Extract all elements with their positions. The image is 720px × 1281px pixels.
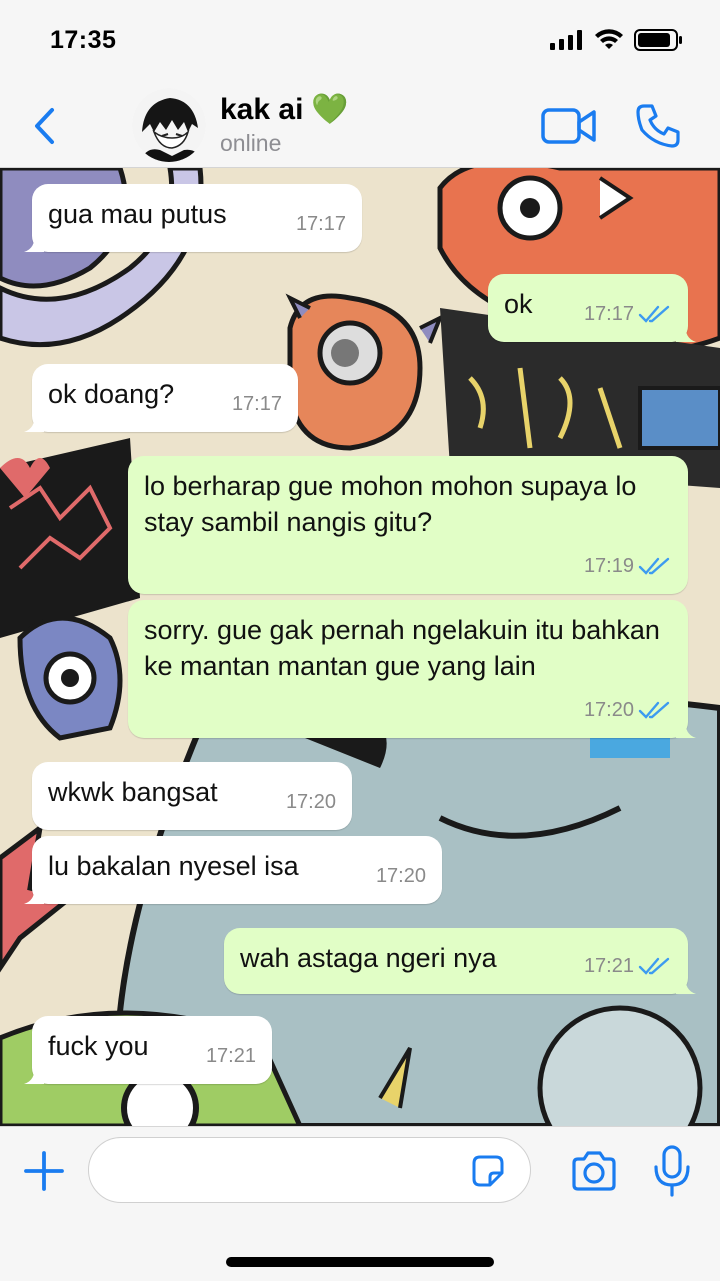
avatar-image	[132, 88, 206, 162]
input-bar	[0, 1126, 720, 1281]
message-time: 17:17	[583, 303, 634, 325]
camera-icon	[572, 1151, 616, 1191]
double-check-icon	[638, 305, 670, 323]
message-meta: 17:20	[286, 784, 336, 820]
message-meta: 17:17	[584, 296, 672, 332]
status-icons	[550, 28, 684, 52]
contact-status: online	[220, 130, 282, 156]
microphone-button[interactable]	[652, 1145, 692, 1197]
message-meta: 17:17	[232, 386, 282, 422]
home-indicator[interactable]	[226, 1257, 494, 1267]
bubble-tail	[24, 1066, 44, 1084]
message-incoming[interactable]: wkwk bangsat 17:20	[32, 762, 352, 830]
status-bar: 17:35	[0, 0, 720, 84]
sticker-icon	[472, 1155, 504, 1187]
message-incoming[interactable]: fuck you 17:21	[24, 1016, 272, 1084]
chat-header: kak ai 💚 online	[0, 84, 720, 168]
message-meta: 17:19	[584, 548, 672, 584]
wifi-icon	[595, 29, 623, 49]
message-incoming[interactable]: gua mau putus 17:17	[24, 184, 362, 252]
message-incoming[interactable]: lu bakalan nyesel isa 17:20	[24, 836, 442, 904]
message-meta: 17:20	[376, 858, 426, 894]
bubble-tail	[676, 324, 696, 342]
message-time: 17:21	[205, 1045, 256, 1067]
message-meta: 17:17	[296, 206, 346, 242]
message-text: sorry. gue gak pernah ngelakuin itu bahk…	[144, 615, 660, 681]
message-text: lo berharap gue mohon mohon supaya lo st…	[144, 471, 637, 537]
message-meta: 17:20	[584, 692, 672, 728]
bubble-tail	[24, 414, 44, 432]
message-time: 17:17	[295, 213, 346, 235]
contact-name[interactable]: kak ai 💚	[220, 92, 349, 127]
video-call-button[interactable]	[540, 104, 598, 148]
sticker-button[interactable]	[470, 1153, 506, 1189]
avatar[interactable]	[132, 88, 206, 162]
double-check-icon	[638, 557, 670, 575]
contact-name-text: kak ai	[220, 92, 304, 126]
bubble-tail	[676, 976, 696, 994]
double-check-icon	[638, 701, 670, 719]
plus-icon	[24, 1151, 64, 1191]
video-camera-icon	[541, 108, 596, 144]
phone-icon	[636, 104, 680, 148]
bubble-tail	[676, 720, 696, 738]
bubble-tail	[24, 234, 44, 252]
message-time: 17:21	[583, 955, 634, 977]
back-button[interactable]	[24, 104, 64, 148]
message-time: 17:19	[583, 555, 634, 577]
message-outgoing[interactable]: sorry. gue gak pernah ngelakuin itu bahk…	[128, 600, 696, 738]
microphone-icon	[654, 1145, 690, 1197]
message-outgoing[interactable]: wah astaga ngeri nya 17:21	[224, 928, 696, 994]
attach-button[interactable]	[22, 1149, 66, 1193]
chevron-left-icon	[35, 108, 54, 144]
message-meta: 17:21	[584, 948, 672, 984]
message-time: 17:17	[231, 393, 282, 415]
message-outgoing[interactable]: ok 17:17	[488, 274, 696, 342]
signal-icon	[550, 30, 582, 50]
message-meta: 17:21	[206, 1038, 256, 1074]
green-heart-emoji: 💚	[311, 93, 349, 126]
double-check-icon	[638, 957, 670, 975]
status-time: 17:35	[50, 26, 117, 54]
voice-call-button[interactable]	[634, 102, 682, 150]
message-input[interactable]	[88, 1137, 531, 1203]
battery-icon	[634, 29, 682, 51]
message-time: 17:20	[583, 699, 634, 721]
message-time: 17:20	[375, 865, 426, 887]
bubble-tail	[24, 886, 44, 904]
message-incoming[interactable]: ok doang? 17:17	[24, 364, 298, 432]
message-outgoing[interactable]: lo berharap gue mohon mohon supaya lo st…	[128, 456, 688, 594]
message-text: lu bakalan nyesel isa	[48, 851, 299, 881]
chat-area[interactable]: gua mau putus 17:17 ok 17:17 ok doang? 1…	[0, 168, 720, 1126]
message-time: 17:20	[285, 791, 336, 813]
camera-button[interactable]	[570, 1149, 618, 1193]
